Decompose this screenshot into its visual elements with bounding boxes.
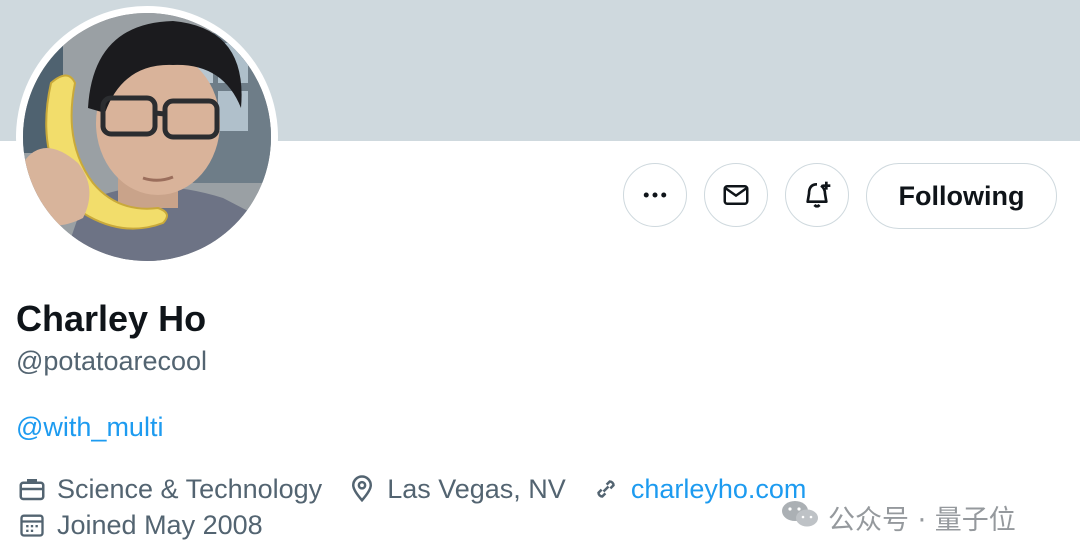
- profile-meta-row: Science & Technology Las Vegas, NV charl…: [16, 471, 806, 507]
- envelope-icon: [723, 185, 749, 205]
- map-pin-icon: [346, 473, 378, 505]
- profile-location: Las Vegas, NV: [387, 473, 566, 504]
- link-icon: [590, 473, 622, 505]
- profile-joined-date: Joined May 2008: [57, 509, 263, 540]
- profile-name: Charley Ho: [16, 298, 207, 339]
- bell-plus-icon: [806, 181, 831, 208]
- watermark: 公众号 · 量子位: [780, 498, 1016, 536]
- profile-handle: @potatoarecool: [16, 346, 208, 376]
- profile-joined-row: Joined May 2008: [16, 507, 263, 543]
- bio-mention-link[interactable]: @with_multi: [16, 412, 163, 443]
- more-button[interactable]: [623, 163, 687, 227]
- following-button[interactable]: Following: [866, 163, 1057, 229]
- notifications-button[interactable]: [785, 163, 849, 227]
- briefcase-icon: [16, 473, 48, 505]
- message-button[interactable]: [704, 163, 768, 227]
- more-horizontal-icon: [643, 192, 667, 198]
- profile-category: Science & Technology: [57, 473, 323, 504]
- calendar-icon: [16, 509, 48, 541]
- watermark-text: 公众号 · 量子位: [828, 504, 1016, 536]
- wechat-icon: [780, 498, 820, 537]
- profile-actions: Following: [0, 163, 1080, 229]
